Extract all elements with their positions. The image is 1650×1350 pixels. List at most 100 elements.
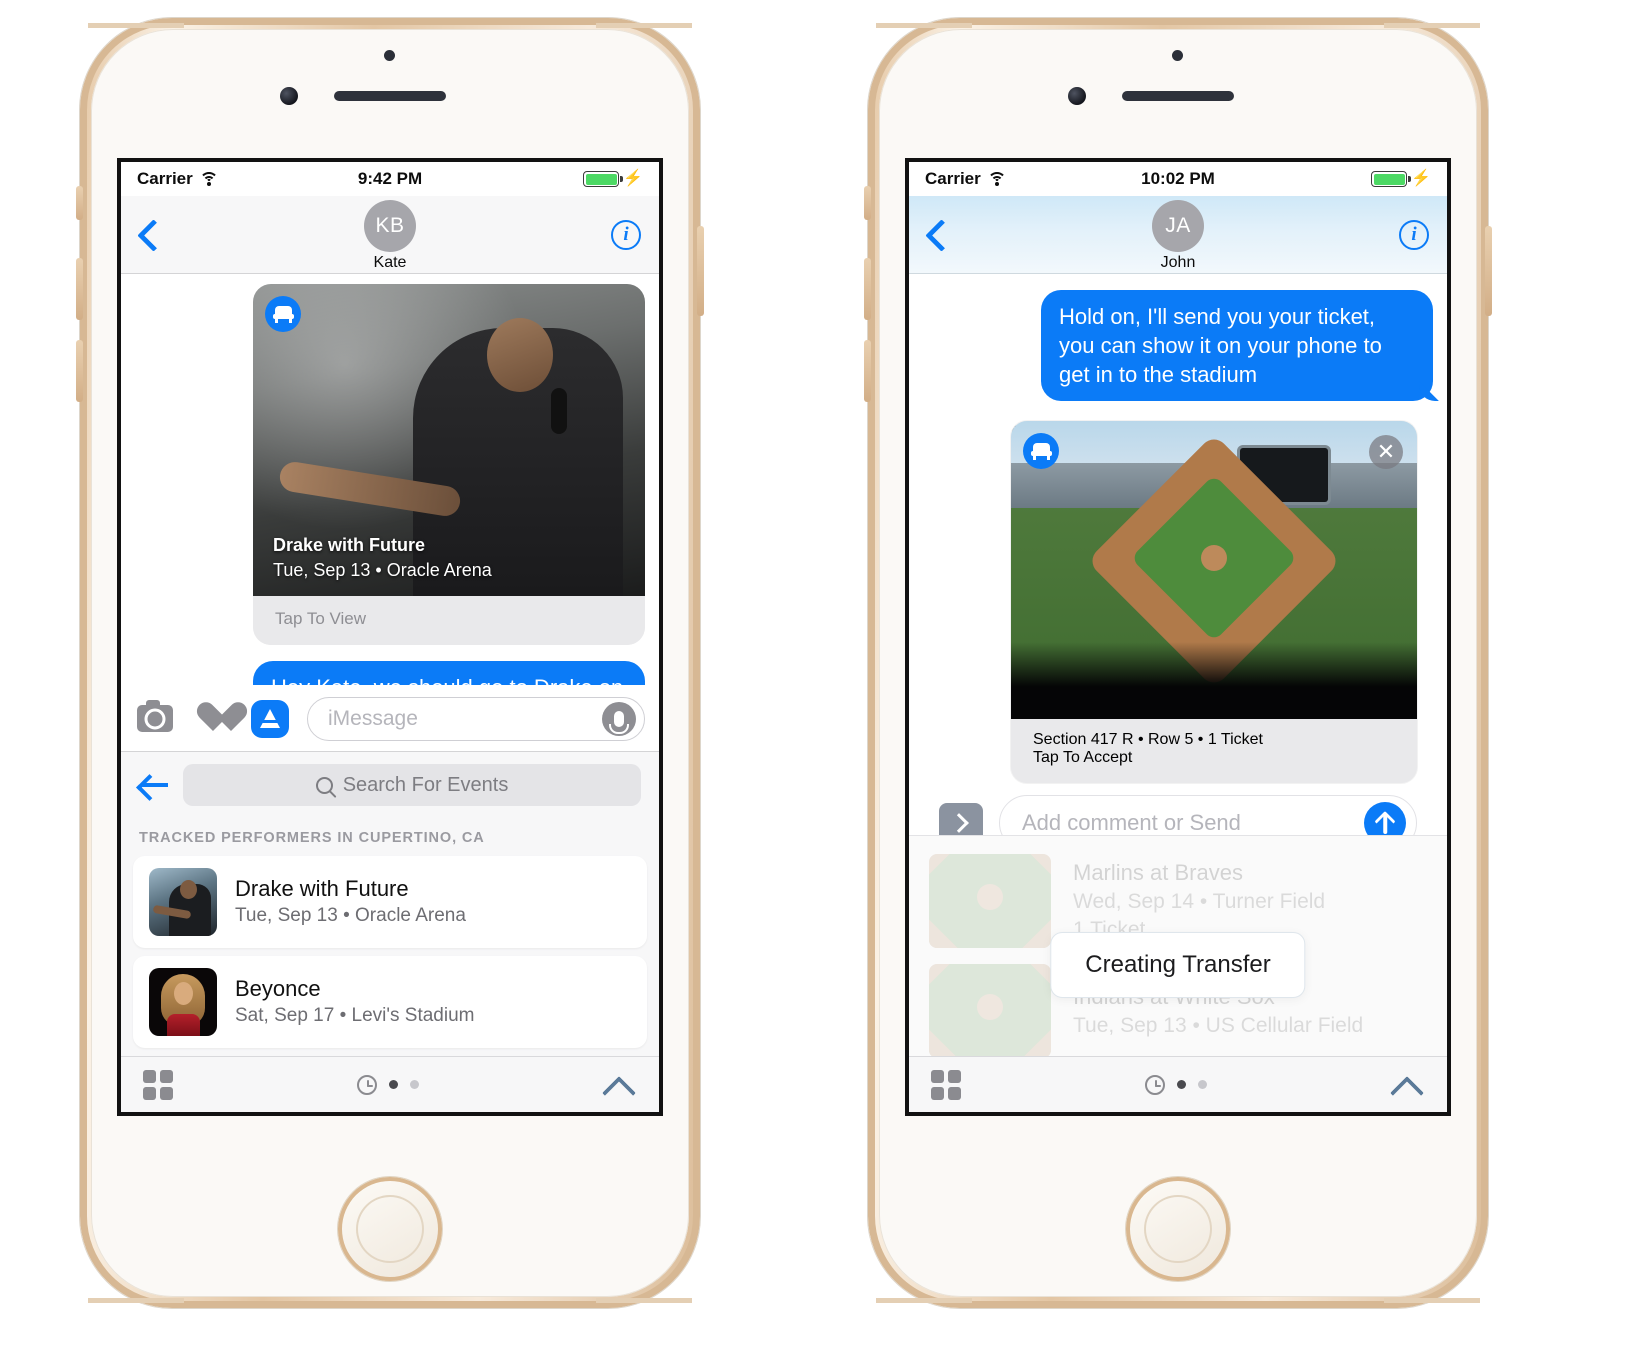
close-icon[interactable]: ✕ [1369,435,1403,470]
chevron-right-icon[interactable] [939,803,983,836]
list-item-subtitle: Tue, Sep 13 • US Cellular Field [1073,1013,1364,1037]
drawer-section-title: TRACKED PERFORMERS IN CUPERTINO, CA [139,830,485,846]
seat-app-icon [265,296,301,332]
page-dot[interactable] [410,1080,419,1089]
page-dot-active[interactable] [389,1080,398,1089]
chevron-up-icon[interactable] [1391,1075,1425,1095]
volume-down-button[interactable] [76,340,83,402]
seat-app-icon [1023,433,1059,470]
bolt-icon: ⚡ [1411,170,1431,187]
comment-bar: Add comment or Send [923,783,1433,836]
app-grid-icon[interactable] [143,1069,173,1100]
comment-placeholder: Add comment or Send [1022,810,1241,836]
search-placeholder: Search For Events [342,773,509,796]
background-event-list: Marlins at Braves Wed, Sep 14 • Turner F… [909,835,1447,1056]
app-store-icon[interactable] [251,699,289,738]
status-badge: Creating Transfer [1050,932,1306,999]
conversation-right: Hold on, I'll send you your ticket, you … [909,274,1447,836]
antenna-line [876,23,972,28]
back-button[interactable] [139,220,157,250]
home-button[interactable] [1126,1177,1230,1281]
avatar: JA [1152,200,1204,252]
contact-header[interactable]: KB Kate [121,200,659,272]
proximity-sensor [1172,50,1183,61]
imessage-placeholder: iMessage [328,706,418,730]
contact-name: John [1160,254,1196,271]
carrier-label: Carrier [925,169,981,188]
app-grid-icon[interactable] [931,1069,961,1100]
app-switcher-bar [121,1056,659,1112]
antenna-line [1384,1298,1480,1303]
battery-icon [1371,171,1411,187]
screenshot-root: Carrier 9:42 PM ⚡ KB Kate i Drake with F… [0,0,1650,1350]
contact-header[interactable]: JA John [909,200,1447,272]
send-arrow-up-icon[interactable] [1364,802,1406,836]
list-item-text: Drake with Future Tue, Sep 13 • Oracle A… [235,875,466,929]
volume-up-button[interactable] [864,258,871,320]
camera-icon[interactable] [135,699,175,739]
message-bubble-outgoing[interactable]: Hold on, I'll send you your ticket, you … [1041,290,1433,402]
iphone-left: Carrier 9:42 PM ⚡ KB Kate i Drake with F… [76,18,704,1308]
volume-up-button[interactable] [76,258,83,320]
list-item-title: Drake with Future [235,875,409,901]
list-item[interactable]: Drake with Future Tue, Sep 13 • Oracle A… [133,856,647,948]
mute-switch[interactable] [864,186,871,220]
page-indicator [1145,1074,1207,1095]
app-switcher-bar [909,1056,1447,1112]
earpiece-speaker [1122,91,1234,101]
search-input[interactable]: Search For Events [183,764,641,806]
microphone-icon[interactable] [602,701,636,736]
page-dot-active[interactable] [1177,1080,1186,1089]
event-card-action: Tap To View [275,609,367,628]
event-card-footer[interactable]: Tap To View [253,596,645,645]
ticket-hero-image: Marlins at Braves Wed, Sep 14 • Turner F… [1011,421,1417,720]
bolt-icon: ⚡ [623,170,643,187]
mute-switch[interactable] [76,186,83,220]
beyonce-thumbnail [149,968,217,1036]
imessage-input[interactable]: iMessage [307,696,645,741]
ticket-card-footer[interactable]: Section 417 R • Row 5 • 1 Ticket Tap To … [1011,719,1417,784]
list-item-subtitle: Tue, Sep 13 • Oracle Arena [235,905,466,927]
info-icon[interactable]: i [1399,219,1429,250]
event-caption: Drake with Future Tue, Sep 13 • Oracle A… [273,533,492,582]
home-button[interactable] [338,1177,442,1281]
recents-clock-icon[interactable] [357,1074,377,1095]
ticket-action: Tap To Accept [1033,749,1133,767]
antenna-line [88,1298,184,1303]
volume-down-button[interactable] [864,340,871,402]
event-message-card[interactable]: Drake with Future Tue, Sep 13 • Oracle A… [253,284,645,645]
message-input-bar: iMessage [121,685,659,751]
drake-thumbnail [149,868,217,936]
antenna-line [596,23,692,28]
recents-clock-icon[interactable] [1145,1074,1165,1095]
status-bar: Carrier 9:42 PM ⚡ [121,162,659,196]
arrow-left-icon[interactable] [139,771,169,799]
info-icon[interactable]: i [611,219,641,250]
digital-touch-heart-icon[interactable] [193,699,233,739]
event-subtitle: Tue, Sep 13 • Oracle Arena [273,559,492,580]
event-title: Drake with Future [273,535,426,556]
list-item[interactable]: Beyonce Sat, Sep 17 • Levi's Stadium [133,956,647,1048]
message-bubble-outgoing[interactable]: Hey Kate, we should go to Drake on Tuesd… [253,661,645,685]
conversation-nav-bar: JA John i [909,196,1447,274]
list-item-title: Marlins at Braves [1073,859,1243,885]
chevron-up-icon[interactable] [603,1075,637,1095]
white-sox-stadium-thumbnail [929,964,1051,1056]
wifi-icon [987,172,1007,186]
antenna-line [596,1298,692,1303]
iphone-right: Carrier 10:02 PM ⚡ JA John i Hold on, I'… [864,18,1492,1308]
power-button[interactable] [1485,226,1492,316]
drawer-search-row: Search For Events [121,752,659,816]
antenna-line [88,23,184,28]
front-camera [1068,87,1086,105]
avatar: KB [364,200,416,252]
ticket-transfer-card[interactable]: ✕ Marlins at Braves Wed, Sep 14 [1011,421,1417,784]
braves-stadium-thumbnail [929,854,1051,949]
battery-icon [583,171,623,187]
carrier-group: Carrier [925,169,1007,189]
comment-input[interactable]: Add comment or Send [999,795,1417,836]
page-dot[interactable] [1198,1080,1207,1089]
back-button[interactable] [927,220,945,250]
status-bar: Carrier 10:02 PM ⚡ [909,162,1447,196]
power-button[interactable] [697,226,704,316]
